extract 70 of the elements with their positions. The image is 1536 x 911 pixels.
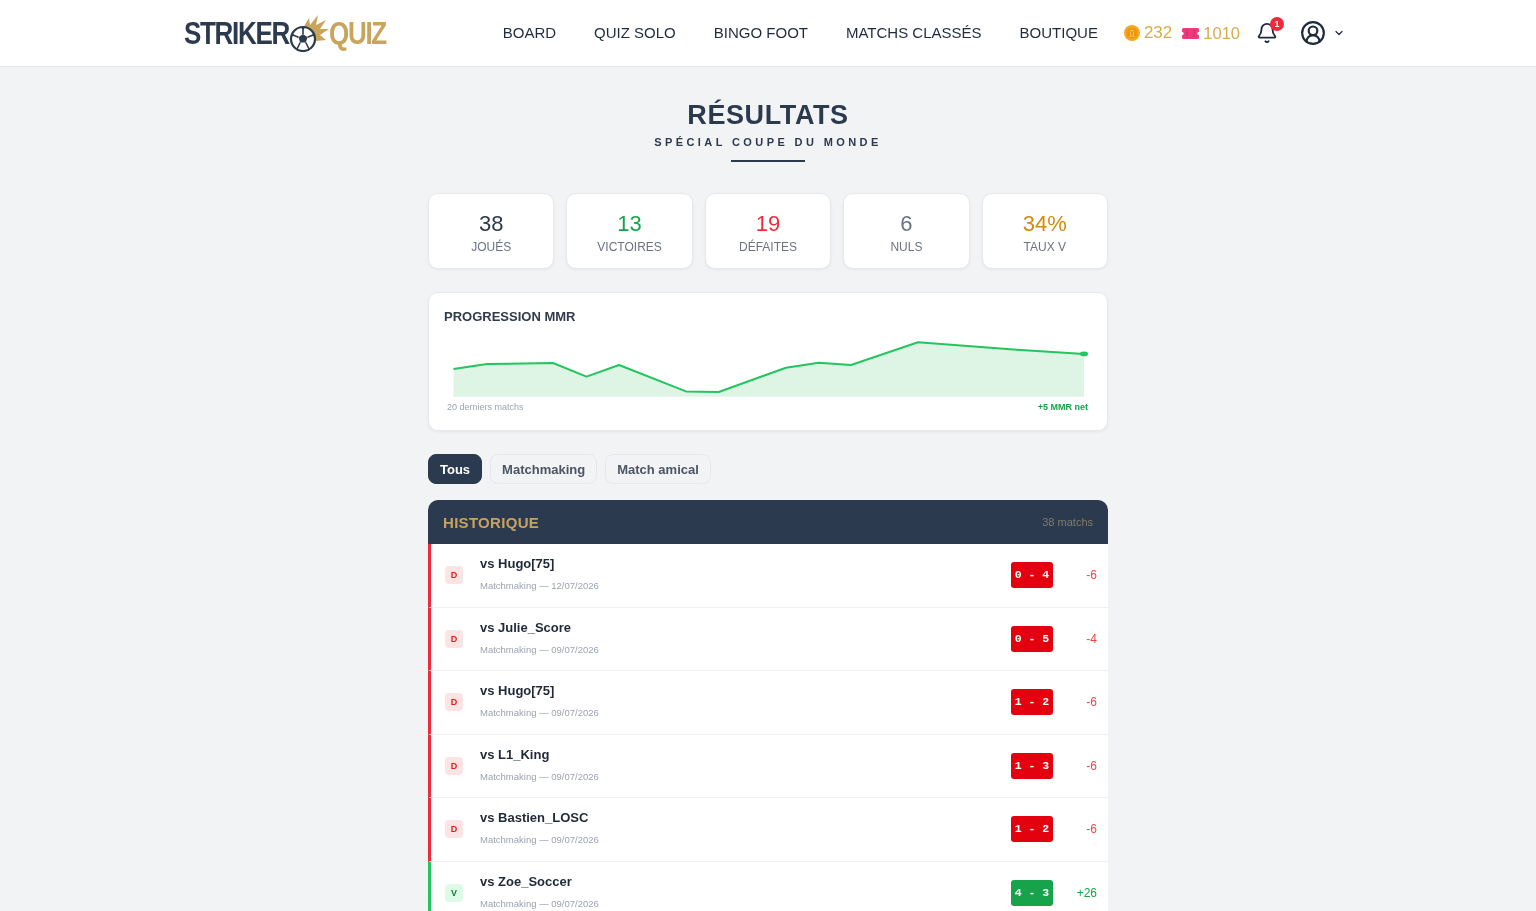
filter-tab[interactable]: Matchmaking: [490, 454, 598, 484]
nav-link[interactable]: BOARD: [502, 24, 557, 42]
opponent-name: vs L1_King: [480, 746, 551, 763]
stat-value: 38: [478, 210, 504, 238]
opponent-name: vs Hugo[75]: [480, 556, 556, 572]
ticket-icon: [1182, 27, 1200, 39]
stat-label: VICTOIRES: [597, 240, 662, 254]
coin-icon: [1123, 25, 1140, 41]
match-meta: Matchmaking — 09/07/2026: [480, 643, 599, 656]
score-badge: 1 - 2: [1011, 816, 1053, 843]
result-letter: D: [445, 629, 463, 648]
stat-value: 13: [617, 210, 642, 238]
notification-count: 1: [1270, 17, 1284, 31]
mmr-change: -6: [1085, 822, 1097, 837]
bell-icon[interactable]: [1256, 22, 1278, 44]
nav-link[interactable]: BINGO FOOT: [713, 24, 808, 42]
filter-tab[interactable]: Tous: [428, 454, 483, 484]
match-row[interactable]: D vs L1_King Matchmaking — 09/07/2026 1 - 3 -6: [428, 734, 1108, 798]
result-letter: D: [445, 566, 463, 585]
score-badge: 1 - 2: [1011, 689, 1053, 716]
mmr-change: -4: [1085, 631, 1097, 646]
history-title: HISTORIQUE: [443, 513, 540, 531]
stat-value: 34%: [1022, 210, 1067, 238]
stat-label: DÉFAITES: [739, 240, 797, 254]
result-letter: D: [445, 820, 463, 839]
stat-label: NULS: [890, 240, 923, 254]
stat-label: JOUÉS: [471, 240, 512, 254]
opponent-name: vs Bastien_LOSC: [480, 810, 590, 826]
opponent-name: vs Julie_Score: [480, 619, 573, 636]
filter-tab[interactable]: Match amical: [605, 454, 711, 484]
chart-title: PROGRESSION MMR: [444, 309, 577, 325]
match-row[interactable]: D vs Hugo[75] Matchmaking — 12/07/2026 0 - 4 -6: [428, 544, 1108, 608]
user-icon[interactable]: [1300, 20, 1326, 46]
match-meta: Matchmaking — 12/07/2026: [480, 580, 599, 592]
mmr-change: -6: [1085, 695, 1097, 710]
match-meta: Matchmaking — 09/07/2026: [480, 770, 599, 783]
nav-link[interactable]: BOUTIQUE: [1019, 24, 1098, 42]
match-row[interactable]: D vs Julie_Score Matchmaking — 09/07/2026 0 - 5 -4: [428, 607, 1108, 671]
nav-link[interactable]: QUIZ SOLO: [594, 24, 676, 42]
page-title: RÉSULTATS: [687, 100, 849, 130]
ticket-balance: 1010: [1203, 23, 1240, 43]
score-badge: 1 - 3: [1011, 752, 1053, 779]
logo-wordmark[interactable]: STRIKER: [184, 17, 290, 49]
score-badge: 0 - 5: [1011, 625, 1053, 652]
match-row[interactable]: V vs Zoe_Soccer Matchmaking — 09/07/2026 4 - 3 +26: [428, 861, 1108, 911]
result-letter: D: [445, 693, 463, 712]
score-badge: 0 - 4: [1011, 562, 1053, 589]
coin-balance: 232: [1143, 23, 1173, 43]
mmr-change: +26: [1075, 885, 1097, 900]
nav-link[interactable]: MATCHS CLASSÉS: [845, 24, 982, 42]
match-row[interactable]: D vs Hugo[75] Matchmaking — 09/07/2026 1 - 2 -6: [428, 671, 1108, 735]
stat-label: TAUX V: [1023, 240, 1066, 254]
match-meta: Matchmaking — 09/07/2026: [480, 707, 599, 719]
result-letter: V: [445, 883, 463, 902]
score-badge: 4 - 3: [1011, 879, 1053, 906]
stat-value: 19: [755, 210, 781, 238]
match-row[interactable]: D vs Bastien_LOSC Matchmaking — 09/07/2026 1 - 2 -6: [428, 798, 1108, 862]
opponent-name: vs Zoe_Soccer: [480, 873, 573, 890]
result-letter: D: [445, 756, 463, 775]
stat-value: 6: [900, 210, 913, 238]
match-meta: Matchmaking — 09/07/2026: [480, 897, 599, 910]
chart-caption: 20 derniers matchs: [447, 401, 524, 413]
mmr-change: -6: [1085, 758, 1097, 773]
match-count: 38 matchs: [1042, 516, 1093, 528]
opponent-name: vs Hugo[75]: [480, 683, 556, 699]
page-subtitle: SPÉCIAL COUPE DU MONDE: [654, 135, 882, 149]
match-meta: Matchmaking — 09/07/2026: [480, 834, 599, 846]
mmr-net-change: +5 MMR net: [1037, 401, 1088, 413]
mmr-change: -6: [1085, 568, 1097, 583]
soccer-ball-flame-icon: [289, 14, 330, 52]
